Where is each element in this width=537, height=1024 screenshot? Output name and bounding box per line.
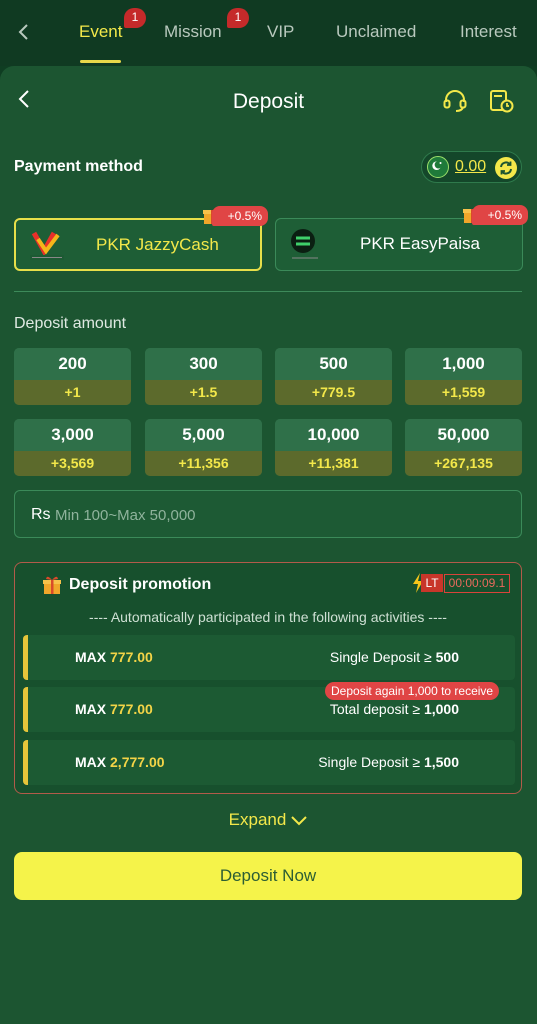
max-reward: MAX 777.00 [75, 701, 153, 717]
max-reward: MAX 2,777.00 [75, 754, 165, 770]
amount-chip[interactable]: 1,000 +1,559 [405, 348, 522, 405]
customer-service-icon[interactable] [442, 88, 468, 114]
tab-unclaimed[interactable]: Unclaimed [336, 22, 416, 42]
amount-input-box: Rs [14, 490, 522, 538]
tab-interest[interactable]: Interest [460, 22, 517, 42]
promotion-title: Deposit promotion [69, 576, 212, 593]
deposit-again-tip: Deposit again 1,000 to receive [325, 682, 500, 700]
amount-chip[interactable]: 500 +779.5 [275, 348, 392, 405]
event-badge: 1 [124, 8, 146, 28]
payment-method-name: PKR EasyPaisa [360, 234, 480, 253]
deposit-condition: Total deposit ≥ 1,000 [329, 701, 459, 717]
deposit-condition: Single Deposit ≥ 500 [329, 649, 459, 665]
amount-value: 200 [14, 348, 131, 380]
back-arrow-icon[interactable] [14, 22, 34, 42]
deposit-amount-label: Deposit amount [14, 315, 127, 332]
amount-value: 3,000 [14, 419, 131, 451]
history-icon[interactable] [488, 88, 514, 114]
amount-bonus: +11,356 [145, 451, 262, 476]
promotion-row[interactable]: MAX 2,777.00 Single Deposit ≥ 1,500 [23, 740, 515, 785]
currency-label: Rs [31, 506, 51, 523]
max-reward: MAX 777.00 [75, 649, 153, 665]
pakistan-flag-icon [427, 156, 449, 178]
amount-bonus: +779.5 [275, 380, 392, 405]
gift-icon [43, 576, 61, 594]
amount-bonus: +1,559 [405, 380, 522, 405]
top-tab-bar: Event 1 Mission 1 VIP Unclaimed Interest [0, 0, 537, 66]
payment-method-name: PKR JazzyCash [96, 235, 219, 254]
amount-value: 10,000 [275, 419, 392, 451]
row-accent-bar [23, 740, 28, 785]
amount-bonus: +267,135 [405, 451, 522, 476]
divider [14, 291, 522, 292]
amount-input[interactable] [55, 502, 495, 528]
payment-option-jazzycash[interactable]: PKR JazzyCash +0.5% [14, 206, 268, 271]
amount-chip[interactable]: 50,000 +267,135 [405, 419, 522, 476]
lt-tag: LT [421, 574, 443, 592]
limited-time-timer: LT 00:00:09.1 [411, 573, 511, 595]
bonus-tag: +0.5% [472, 205, 528, 225]
deposit-now-button[interactable]: Deposit Now [14, 852, 522, 900]
deposit-panel: Deposit Payment method 0.00 PKR JazzyCas… [0, 66, 537, 1024]
amount-bonus: +1.5 [145, 380, 262, 405]
bonus-tag: +0.5% [212, 206, 268, 226]
amount-chip[interactable]: 300 +1.5 [145, 348, 262, 405]
amount-value: 5,000 [145, 419, 262, 451]
deposit-promotion-card: Deposit promotion LT 00:00:09.1 ---- Aut… [14, 562, 522, 794]
amount-value: 300 [145, 348, 262, 380]
payment-option-easypaisa[interactable]: PKR EasyPaisa +0.5% [275, 205, 528, 271]
amount-chip[interactable]: 3,000 +3,569 [14, 419, 131, 476]
amount-chip[interactable]: 5,000 +11,356 [145, 419, 262, 476]
amount-bonus: +3,569 [14, 451, 131, 476]
countdown-timer: 00:00:09.1 [444, 574, 510, 593]
balance-pill: 0.00 [421, 151, 522, 183]
mission-badge: 1 [227, 8, 249, 28]
chevron-down-icon [291, 816, 308, 826]
amount-chip[interactable]: 10,000 +11,381 [275, 419, 392, 476]
jazzcash-logo-icon [30, 231, 64, 260]
amount-bonus: +11,381 [275, 451, 392, 476]
deposit-condition: Single Deposit ≥ 1,500 [318, 754, 459, 770]
promotion-subtitle: ---- Automatically participated in the f… [89, 609, 447, 625]
amount-value: 1,000 [405, 348, 522, 380]
refresh-icon[interactable] [494, 156, 518, 180]
tab-mission[interactable]: Mission [164, 22, 222, 42]
easypaisa-logo-icon [291, 229, 318, 259]
active-tab-indicator [80, 60, 121, 63]
payment-method-label: Payment method [14, 158, 143, 175]
expand-label: Expand [228, 810, 287, 829]
row-accent-bar [23, 635, 28, 680]
promotion-row[interactable]: MAX 777.00 Single Deposit ≥ 500 [23, 635, 515, 680]
amount-value: 50,000 [405, 419, 522, 451]
balance-amount: 0.00 [455, 158, 487, 175]
row-accent-bar [23, 687, 28, 732]
tab-vip[interactable]: VIP [267, 22, 294, 42]
amount-value: 500 [275, 348, 392, 380]
amount-bonus: +1 [14, 380, 131, 405]
expand-toggle[interactable]: Expand [0, 810, 537, 830]
tab-event[interactable]: Event [79, 22, 122, 42]
amount-chip[interactable]: 200 +1 [14, 348, 131, 405]
